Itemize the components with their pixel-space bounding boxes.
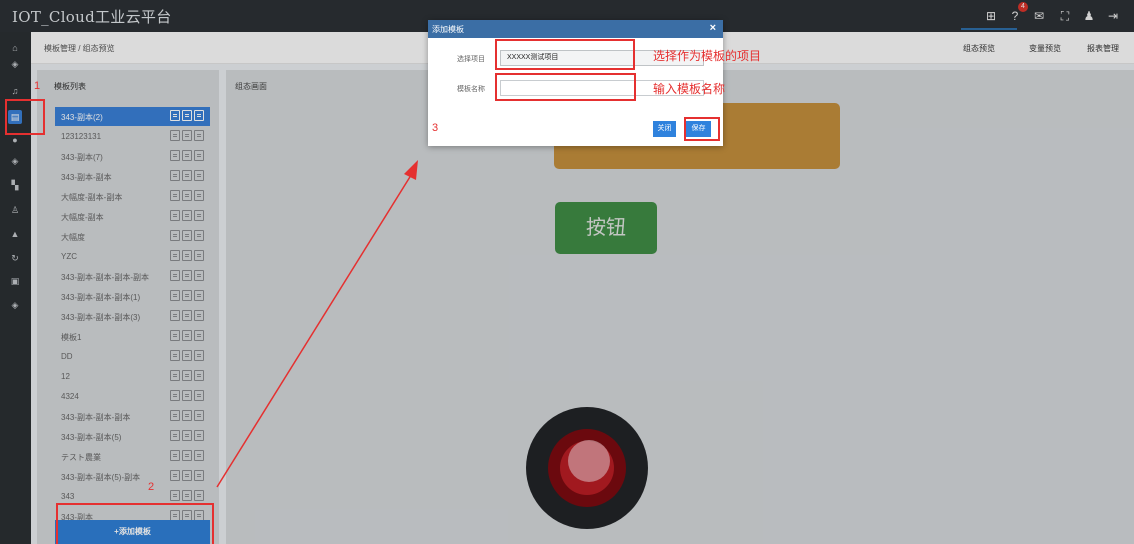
annotation-arrow — [216, 160, 418, 488]
